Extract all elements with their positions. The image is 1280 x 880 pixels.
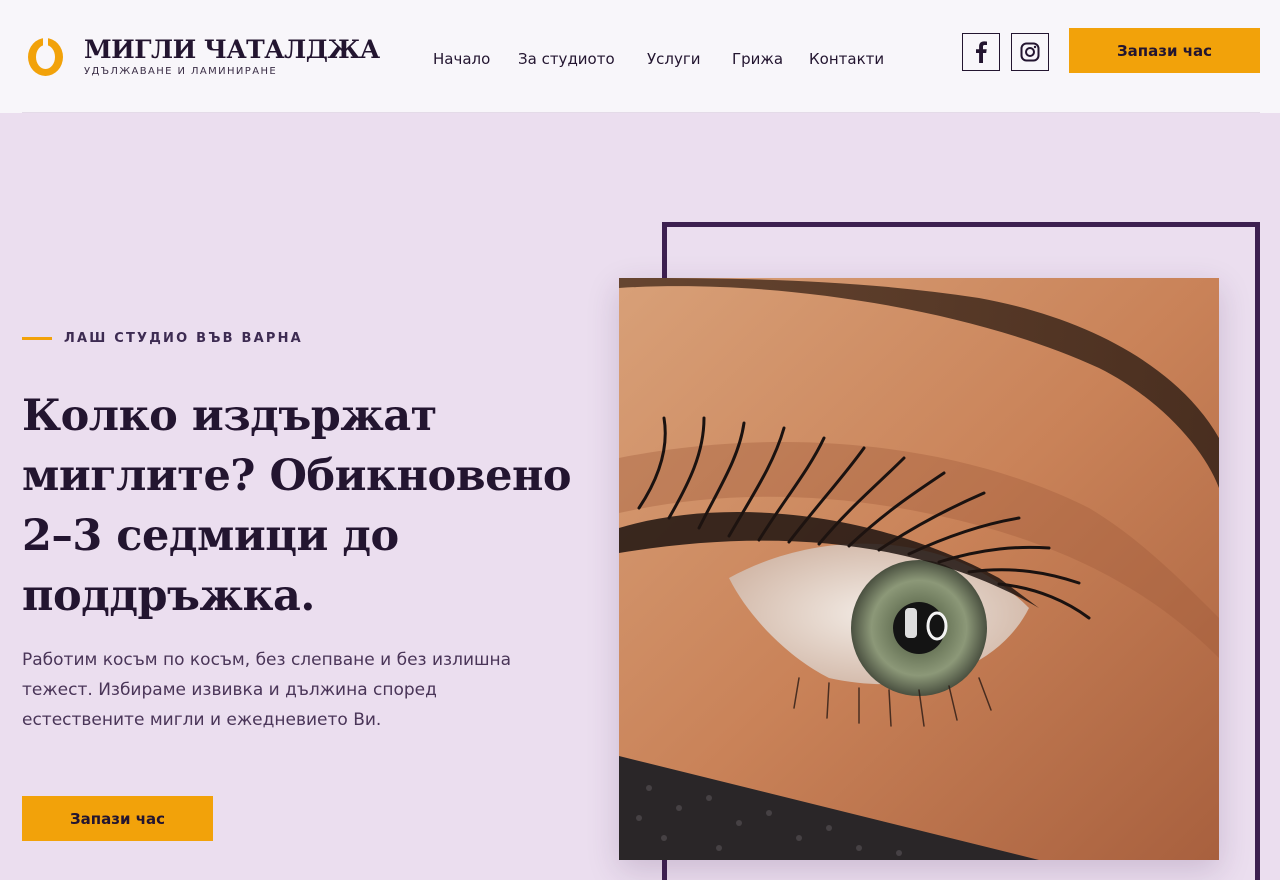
- logo-icon: [26, 36, 64, 76]
- nav-item-home[interactable]: Начало: [433, 49, 490, 69]
- brand-logo[interactable]: МИГЛИ ЧАТАЛДЖА УДЪЛЖАВАНЕ И ЛАМИНИРАНЕ: [26, 36, 380, 77]
- headline-line: миглите? Обикновено: [22, 451, 572, 501]
- nav-item-care[interactable]: Грижа: [732, 49, 783, 69]
- headline-line: поддръжка.: [22, 571, 315, 621]
- brand-subtitle: УДЪЛЖАВАНЕ И ЛАМИНИРАНЕ: [84, 66, 278, 77]
- facebook-icon: [976, 41, 987, 63]
- instagram-link[interactable]: [1011, 33, 1049, 71]
- hero-headline: Колко издържат миглите? Обикновено 2–3 с…: [22, 386, 602, 626]
- eyebrow-accent-line: [22, 337, 52, 340]
- nav-item-about[interactable]: За студиото: [518, 49, 615, 69]
- brand-title: МИГЛИ ЧАТАЛДЖА: [84, 35, 380, 64]
- hero-book-button[interactable]: Запази час: [22, 796, 213, 841]
- facebook-link[interactable]: [962, 33, 1000, 71]
- book-appointment-button[interactable]: Запази час: [1069, 28, 1260, 73]
- headline-line: 2–3 седмици до: [22, 511, 399, 561]
- site-header: МИГЛИ ЧАТАЛДЖА УДЪЛЖАВАНЕ И ЛАМИНИРАНЕ Н…: [0, 0, 1280, 113]
- header-divider: [22, 112, 1260, 113]
- eyebrow-text: ЛАШ СТУДИО ВЪВ ВАРНА: [64, 331, 303, 346]
- hero-eyebrow: ЛАШ СТУДИО ВЪВ ВАРНА: [22, 331, 303, 346]
- instagram-icon: [1020, 42, 1040, 62]
- hero-lead: Работим косъм по косъм, без слепване и б…: [22, 650, 512, 730]
- nav-item-contacts[interactable]: Контакти: [809, 49, 884, 69]
- nav-item-services[interactable]: Услуги: [647, 49, 700, 69]
- eye-illustration: [619, 278, 1219, 860]
- hero-eye-image: [619, 278, 1219, 860]
- headline-line: Колко издържат: [22, 391, 437, 441]
